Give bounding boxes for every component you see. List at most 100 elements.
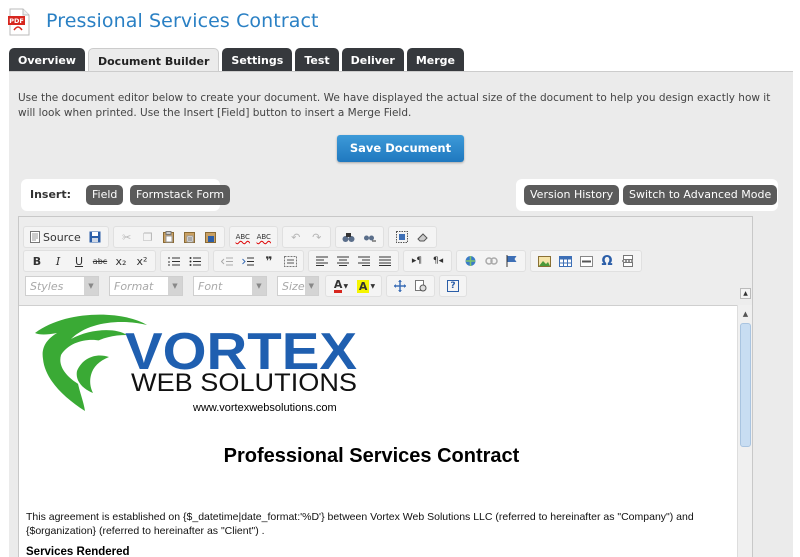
show-blocks-icon[interactable]	[411, 277, 431, 295]
chevron-down-icon: ▼	[252, 277, 266, 295]
bold-icon[interactable]: B	[27, 252, 47, 270]
text-direction-ltr-icon[interactable]: ▸¶	[407, 252, 427, 270]
document-heading: Professional Services Contract	[223, 445, 520, 467]
paste-word-icon[interactable]	[201, 228, 221, 246]
special-character-icon[interactable]: Ω	[597, 252, 617, 270]
select-all-icon[interactable]	[392, 228, 412, 246]
editor-mode-toolbar: Version History Switch to Advanced Mode	[516, 179, 778, 211]
align-right-icon[interactable]	[354, 252, 374, 270]
tab-deliver[interactable]: Deliver	[341, 48, 404, 72]
find-icon[interactable]	[339, 228, 359, 246]
chevron-down-icon: ▼	[370, 282, 376, 290]
vortex-logo: VORTEX WEB SOLUTIONS	[35, 314, 357, 411]
insert-label: Insert:	[30, 188, 72, 201]
chevron-down-icon: ▼	[304, 277, 318, 295]
anchor-flag-icon[interactable]	[502, 252, 522, 270]
insert-toolbar: Insert: Field Formstack Form	[21, 179, 231, 211]
italic-icon[interactable]: I	[48, 252, 68, 270]
indent-icon[interactable]	[238, 252, 258, 270]
text-color-button[interactable]: A ▼	[329, 277, 353, 295]
align-left-icon[interactable]	[312, 252, 332, 270]
background-color-icon: A	[356, 279, 370, 293]
document-paragraph: This agreement is established on {$_date…	[26, 511, 694, 537]
font-dropdown-label: Font	[198, 279, 223, 293]
superscript-icon[interactable]: x²	[132, 252, 152, 270]
section-heading: Services Rendered	[26, 546, 130, 557]
intro-text: Use the document editor below to create …	[18, 92, 771, 119]
format-dropdown[interactable]: Format ▼	[109, 276, 183, 296]
chevron-down-icon: ▼	[168, 277, 182, 295]
underline-icon[interactable]: U	[69, 252, 89, 270]
source-label: Source	[43, 230, 81, 244]
create-div-icon[interactable]	[280, 252, 300, 270]
toolbar-row-3: Styles ▼ Format ▼ Font ▼ Size ▼ A ▼ A ▼ ?	[23, 275, 467, 297]
format-dropdown-label: Format	[114, 279, 154, 293]
bulleted-list-icon[interactable]	[185, 252, 205, 270]
document-scrollbar[interactable]: ▲	[737, 305, 752, 557]
document-editor: Source ✂ ❐ ABC ABC ↶ ↷ B I U abc x₂ x² ❞…	[18, 216, 753, 557]
switch-advanced-mode-button[interactable]: Switch to Advanced Mode	[623, 185, 778, 205]
unlink-icon[interactable]	[481, 252, 501, 270]
horizontal-line-icon[interactable]	[576, 252, 596, 270]
undo-icon[interactable]: ↶	[286, 228, 306, 246]
help-glyph: ?	[447, 280, 459, 292]
logo-wordmark-bottom: WEB SOLUTIONS	[131, 369, 357, 397]
redo-icon[interactable]: ↷	[307, 228, 327, 246]
numbered-list-icon[interactable]	[164, 252, 184, 270]
text-direction-rtl-icon[interactable]: ¶◂	[428, 252, 448, 270]
pdf-icon-label: PDF	[9, 17, 24, 25]
blockquote-icon[interactable]: ❞	[259, 252, 279, 270]
paste-icon[interactable]	[159, 228, 179, 246]
source-button[interactable]: Source	[27, 228, 84, 246]
insert-field-button[interactable]: Field	[86, 185, 124, 205]
tab-settings[interactable]: Settings	[222, 48, 293, 72]
tab-overview[interactable]: Overview	[9, 48, 85, 72]
version-history-button[interactable]: Version History	[524, 185, 620, 205]
table-icon[interactable]	[555, 252, 575, 270]
strikethrough-icon[interactable]: abc	[90, 252, 110, 270]
copy-icon[interactable]: ❐	[138, 228, 158, 246]
align-justify-icon[interactable]	[375, 252, 395, 270]
styles-dropdown-label: Styles	[30, 279, 64, 293]
spell-check-as-you-type-icon[interactable]: ABC	[254, 228, 274, 246]
size-dropdown-label: Size	[282, 279, 305, 293]
text-color-icon: A	[333, 278, 343, 293]
tab-merge[interactable]: Merge	[406, 48, 465, 72]
link-icon[interactable]	[460, 252, 480, 270]
document-builder-panel: Use the document editor below to create …	[9, 71, 793, 557]
collapse-toolbar-button[interactable]: ▲	[740, 288, 751, 299]
chevron-down-icon: ▼	[84, 277, 98, 295]
help-icon[interactable]: ?	[443, 277, 463, 295]
cut-icon[interactable]: ✂	[117, 228, 137, 246]
scroll-up-arrow-icon[interactable]: ▲	[740, 308, 751, 319]
toolbar-row-1: Source ✂ ❐ ABC ABC ↶ ↷	[23, 226, 437, 248]
pdf-file-icon: PDF	[8, 8, 30, 36]
toolbar-row-2: B I U abc x₂ x² ❞ ▸¶ ¶◂ Ω	[23, 250, 642, 272]
save-document-button[interactable]: Save Document	[337, 135, 464, 162]
font-dropdown[interactable]: Font ▼	[193, 276, 267, 296]
paste-text-icon[interactable]	[180, 228, 200, 246]
maximize-icon[interactable]	[390, 277, 410, 295]
scrollbar-thumb[interactable]	[740, 323, 751, 447]
subscript-icon[interactable]: x₂	[111, 252, 131, 270]
page-break-icon[interactable]	[618, 252, 638, 270]
remove-format-icon[interactable]	[413, 228, 433, 246]
replace-icon[interactable]	[360, 228, 380, 246]
tab-bar: Overview Document Builder Settings Test …	[9, 48, 465, 72]
size-dropdown[interactable]: Size ▼	[277, 276, 319, 296]
align-center-icon[interactable]	[333, 252, 353, 270]
document-content-area[interactable]: VORTEX WEB SOLUTIONS www.vortexwebsoluti…	[19, 305, 737, 557]
spell-check-icon[interactable]: ABC	[233, 228, 253, 246]
styles-dropdown[interactable]: Styles ▼	[25, 276, 99, 296]
tab-test[interactable]: Test	[295, 48, 339, 72]
tab-document-builder[interactable]: Document Builder	[87, 48, 220, 72]
insert-formstack-form-button[interactable]: Formstack Form	[130, 185, 231, 205]
background-color-button[interactable]: A ▼	[354, 277, 378, 295]
image-icon[interactable]	[534, 252, 554, 270]
website-url: www.vortexwebsolutions.com	[193, 402, 337, 414]
save-icon[interactable]	[85, 228, 105, 246]
chevron-down-icon: ▼	[343, 282, 349, 290]
source-icon	[30, 231, 40, 243]
page-title: Pressional Services Contract	[46, 10, 319, 32]
outdent-icon[interactable]	[217, 252, 237, 270]
